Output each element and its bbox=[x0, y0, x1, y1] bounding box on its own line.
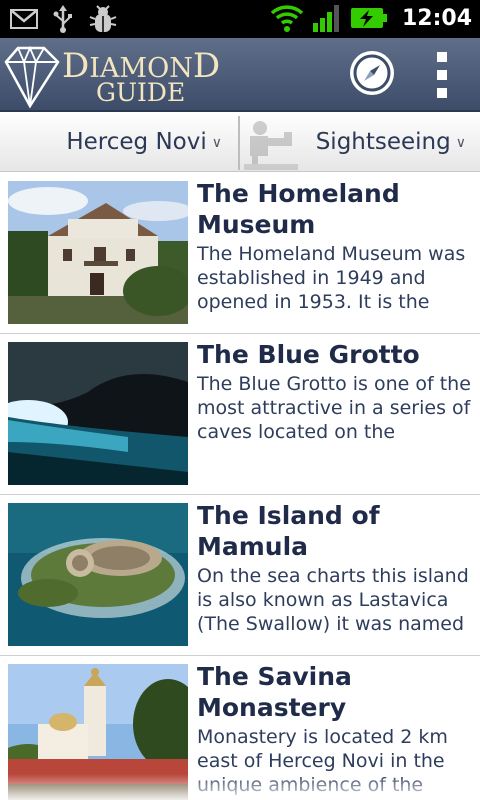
battery-charging-icon bbox=[350, 6, 388, 30]
category-dropdown[interactable]: Sightseeing ∨ bbox=[240, 112, 480, 172]
compass-icon bbox=[353, 54, 391, 92]
overflow-menu-button[interactable] bbox=[425, 48, 459, 102]
list-item[interactable]: The Blue Grotto The Blue Grotto is one o… bbox=[0, 334, 480, 495]
status-bar: 12:04 bbox=[0, 0, 480, 38]
menu-dot bbox=[437, 52, 447, 62]
place-title: The Blue Grotto bbox=[197, 340, 420, 369]
place-title: The Island of Mamula bbox=[197, 501, 380, 561]
signal-icon bbox=[312, 3, 342, 33]
logo-subtitle: GUIDE bbox=[96, 78, 186, 107]
gmail-icon bbox=[10, 8, 38, 30]
place-description: On the sea charts this island is also kn… bbox=[197, 565, 469, 635]
chevron-down-icon: ∨ bbox=[455, 135, 466, 151]
filter-bar: Herceg Novi ∨ Sightseeing ∨ bbox=[0, 112, 480, 172]
chevron-down-icon: ∨ bbox=[211, 135, 222, 151]
status-clock: 12:04 bbox=[401, 5, 472, 31]
category-dropdown-label: Sightseeing bbox=[315, 129, 451, 155]
place-description: The Homeland Museum was established in 1… bbox=[197, 243, 466, 313]
menu-dot bbox=[437, 88, 447, 98]
list-item[interactable]: The Homeland Museum The Homeland Museum … bbox=[0, 173, 480, 334]
place-title: The Homeland Museum bbox=[197, 179, 400, 239]
city-dropdown-label: Herceg Novi bbox=[66, 129, 207, 155]
list-fade-edge bbox=[0, 774, 480, 800]
usb-icon bbox=[52, 5, 74, 33]
place-thumbnail bbox=[8, 342, 188, 485]
diamond-guide-logo[interactable]: DIAMOND GUIDE bbox=[0, 40, 230, 110]
debug-icon bbox=[88, 5, 118, 33]
place-description: The Blue Grotto is one of the most attra… bbox=[197, 373, 471, 443]
place-thumbnail bbox=[8, 181, 188, 324]
wifi-icon bbox=[270, 3, 304, 33]
place-thumbnail bbox=[8, 503, 188, 646]
menu-dot bbox=[437, 70, 447, 80]
compass-button[interactable] bbox=[350, 51, 394, 95]
app-header: DIAMOND GUIDE bbox=[0, 38, 480, 112]
place-title: The Savina Monastery bbox=[197, 662, 352, 722]
diamond-icon bbox=[4, 45, 60, 109]
city-dropdown[interactable]: Herceg Novi ∨ bbox=[0, 112, 236, 172]
list-item[interactable]: The Island of Mamula On the sea charts t… bbox=[0, 495, 480, 656]
places-list: The Homeland Museum The Homeland Museum … bbox=[0, 173, 480, 800]
